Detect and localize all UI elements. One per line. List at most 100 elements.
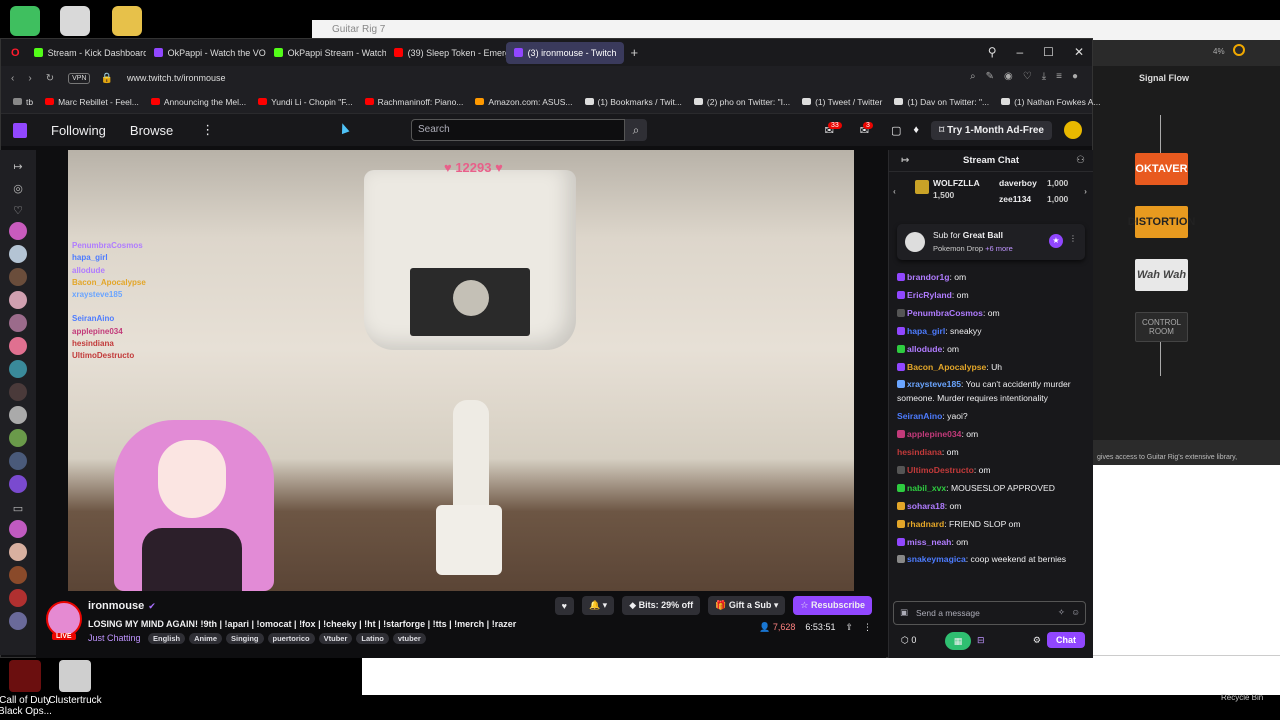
channel-points[interactable]: ⬡ 0 xyxy=(901,635,916,646)
chat-username[interactable]: Bacon_Apocalypse xyxy=(907,362,986,372)
module-control-room[interactable]: CONTROL ROOM xyxy=(1135,312,1188,342)
menu-icon[interactable]: ≡ xyxy=(1056,71,1062,82)
bookmark-item[interactable]: Rachmaninoff: Piano... xyxy=(364,97,463,107)
chat-send-button[interactable]: Chat xyxy=(1047,632,1085,648)
follow-heart-button[interactable]: ♥ xyxy=(554,596,574,615)
tag[interactable]: Vtuber xyxy=(318,633,353,644)
folder-icon[interactable] xyxy=(112,6,142,36)
channel-avatar[interactable] xyxy=(9,291,27,309)
bookmark-item[interactable]: (1) Nathan Fowkes A... xyxy=(1001,97,1101,107)
camera-icon[interactable]: ◉ xyxy=(1004,71,1013,82)
bonus-chest-icon[interactable]: ▦ xyxy=(945,632,971,650)
chat-username[interactable]: applepine034 xyxy=(907,429,961,439)
gift-sub-button[interactable]: 🎁 Gift a Sub ▾ xyxy=(708,596,786,615)
channel-avatar[interactable] xyxy=(9,566,27,584)
users-icon[interactable]: ⚇ xyxy=(1076,150,1085,172)
tab-okpappi-vod[interactable]: OkPappi - Watch the VOD xyxy=(146,42,266,64)
chat-username[interactable]: brandor1g xyxy=(907,272,950,282)
chat-username[interactable]: hapa_girl xyxy=(907,326,945,336)
chat-message-input[interactable]: ▣ Send a message ✧ ☺ xyxy=(893,601,1086,625)
close-button[interactable]: ✕ xyxy=(1074,39,1084,66)
channel-avatar[interactable] xyxy=(9,337,27,355)
resubscribe-button[interactable]: ☆ Resubscribe xyxy=(793,596,872,615)
back-icon[interactable]: ‹ xyxy=(11,73,14,84)
chat-username[interactable]: xraysteve185 xyxy=(907,379,961,389)
url-field[interactable]: www.twitch.tv/ironmouse xyxy=(127,73,226,83)
user-avatar[interactable] xyxy=(1064,121,1082,139)
ad-free-button[interactable]: ⌑ Try 1-Month Ad-Free xyxy=(930,120,1052,140)
streamer-avatar[interactable] xyxy=(46,601,82,637)
tab-okpappi-stream[interactable]: OkPappi Stream - Watch L xyxy=(266,42,386,64)
chat-username[interactable]: rhadnard xyxy=(907,519,944,529)
notifications-icon[interactable]: ✉33 xyxy=(825,121,848,137)
inbox-icon[interactable]: ▢ xyxy=(891,124,901,137)
opera-logo-icon[interactable]: O xyxy=(11,47,20,59)
tag[interactable]: vtuber xyxy=(392,633,426,644)
bookmark-item[interactable]: Announcing the Mel... xyxy=(150,97,246,107)
channel-avatar[interactable] xyxy=(9,589,27,607)
bookmark-item[interactable]: Amazon.com: ASUS... xyxy=(475,97,573,107)
chat-username[interactable]: snakeymagica xyxy=(907,554,966,564)
recycle-bin-label[interactable]: Recycle Bin xyxy=(1221,693,1263,702)
crown-icon[interactable]: ♦ xyxy=(913,124,919,136)
discover-icon[interactable]: ◎ xyxy=(0,178,36,200)
chat-username[interactable]: SeiranAino xyxy=(897,411,942,421)
more-icon[interactable]: ⋮ xyxy=(201,122,214,138)
expand-icon[interactable]: ↦ xyxy=(0,156,36,178)
tag[interactable]: English xyxy=(148,633,186,644)
video-player[interactable]: ♥ 12293 ♥ PenumbraCosmos hapa_girl allod… xyxy=(68,150,854,591)
module-wah[interactable]: Wah Wah xyxy=(1135,259,1188,291)
chat-username[interactable]: nabil_xvx xyxy=(907,483,946,493)
notification-bell-button[interactable]: 🔔 ▾ xyxy=(581,596,615,615)
gift-icon[interactable]: ▣ xyxy=(900,607,908,618)
tag[interactable]: Anime xyxy=(189,633,223,644)
bookmark-item[interactable]: tb xyxy=(13,97,33,107)
lock-icon[interactable]: 🔒 xyxy=(100,73,112,84)
heart-icon[interactable]: ♡ xyxy=(0,200,36,222)
heart-icon[interactable]: ♡ xyxy=(1023,71,1032,82)
module-oktaver[interactable]: OKTAVER xyxy=(1135,153,1188,185)
leaderboard-prev-icon[interactable]: ‹ xyxy=(893,186,896,196)
profile-icon[interactable]: ● xyxy=(1072,71,1078,82)
channel-avatar[interactable] xyxy=(9,452,27,470)
search-icon[interactable]: ⌕ xyxy=(970,71,976,82)
channel-avatar[interactable] xyxy=(9,520,27,538)
channel-avatar[interactable] xyxy=(9,314,27,332)
bookmark-item[interactable]: (1) Tweet / Twitter xyxy=(802,97,882,107)
vpn-badge[interactable]: VPN xyxy=(68,72,91,84)
maximize-button[interactable]: ☐ xyxy=(1043,39,1054,66)
channel-avatar[interactable] xyxy=(9,360,27,378)
tag[interactable]: puertorico xyxy=(267,633,315,644)
desktop-icon-clustertruck[interactable]: Clustertruck xyxy=(40,660,110,706)
sparkle-icon[interactable]: ✧ xyxy=(1058,607,1065,618)
collapse-chat-icon[interactable]: ↦ xyxy=(901,150,909,172)
forward-icon[interactable]: › xyxy=(28,73,31,84)
nav-browse[interactable]: Browse xyxy=(130,123,173,138)
star-icon[interactable]: ★ xyxy=(1049,234,1063,248)
channel-avatar[interactable] xyxy=(9,543,27,561)
tab-ironmouse[interactable]: (3) ironmouse - Twitch xyxy=(505,41,625,64)
bookmark-item[interactable]: (1) Dav on Twitter: "... xyxy=(894,97,989,107)
new-tab-button[interactable]: + xyxy=(624,45,644,60)
search-button[interactable]: ⌕ xyxy=(625,119,647,141)
chat-username[interactable]: miss_neah xyxy=(907,537,951,547)
channel-avatar[interactable] xyxy=(9,268,27,286)
bookmark-item[interactable]: (2) pho on Twitter: "I... xyxy=(693,97,790,107)
search-input[interactable]: Search xyxy=(411,119,625,141)
channel-avatar[interactable] xyxy=(9,222,27,240)
channel-avatar[interactable] xyxy=(9,406,27,424)
tab-kick-dashboard[interactable]: Stream - Kick Dashboard xyxy=(26,42,146,64)
edit-icon[interactable]: ✎ xyxy=(986,71,994,82)
reload-icon[interactable]: ↻ xyxy=(46,73,54,84)
chat-username[interactable]: EricRyland xyxy=(907,290,952,300)
bookmark-item[interactable]: Marc Rebillet - Feel... xyxy=(45,97,139,107)
chat-username[interactable]: hesindiana xyxy=(897,447,942,457)
tag[interactable]: Singing xyxy=(226,633,264,644)
streamer-name[interactable]: ironmouse ✔ xyxy=(88,600,156,612)
tab-sleep-token[interactable]: (39) Sleep Token - Emerge xyxy=(386,42,506,64)
whispers-icon[interactable]: ✉3 xyxy=(860,121,879,137)
share-icon[interactable]: ⇪ xyxy=(845,622,853,633)
sub-goal-card[interactable]: Sub for Great Ball Pokemon Drop +6 more … xyxy=(897,224,1085,260)
leaderboard-next-icon[interactable]: › xyxy=(1084,186,1087,196)
emote-icon[interactable]: ☺ xyxy=(1071,607,1080,617)
